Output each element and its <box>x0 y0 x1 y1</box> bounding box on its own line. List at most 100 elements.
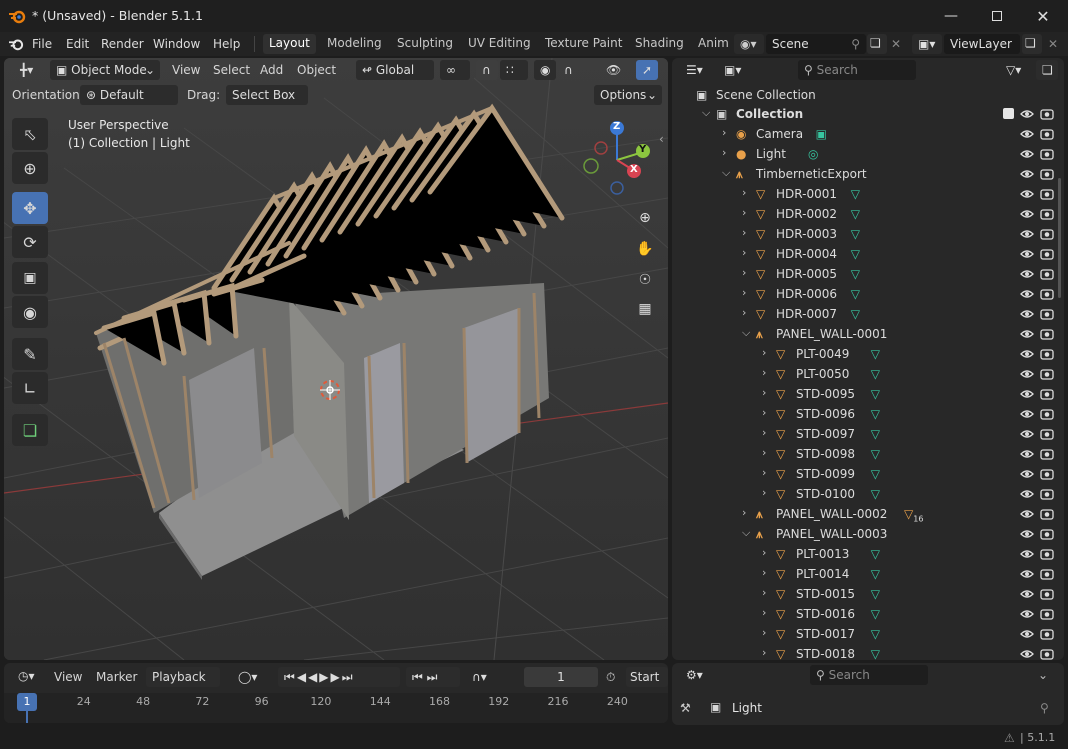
render-camera-icon[interactable] <box>1040 267 1054 281</box>
light-gizmo[interactable] <box>320 380 340 400</box>
properties-editor-type[interactable]: ⚙▾ <box>680 665 714 685</box>
outliner-row[interactable]: ⌵ ⩚ PANEL_WALL-0001 <box>672 324 1064 344</box>
outliner-row[interactable]: › ▽ STD-0096 ▽ <box>672 404 1064 424</box>
eye-icon[interactable] <box>1020 347 1034 361</box>
outliner-row[interactable]: ⌵ ⩚ TimberneticExport <box>672 164 1064 184</box>
render-camera-icon[interactable] <box>1040 107 1054 121</box>
menu-render[interactable]: Render <box>101 37 144 51</box>
outliner-row[interactable]: › ▽ HDR-0007 ▽ <box>672 304 1064 324</box>
render-camera-icon[interactable] <box>1040 607 1054 621</box>
eye-icon[interactable] <box>1020 127 1034 141</box>
chevron-right-icon[interactable]: › <box>742 286 746 299</box>
eye-icon[interactable] <box>1020 287 1034 301</box>
chevron-right-icon[interactable]: › <box>742 266 746 279</box>
outliner-row[interactable]: ⌵ ⩚ PANEL_WALL-0003 <box>672 524 1064 544</box>
delete-view-layer-icon[interactable]: ✕ <box>1048 37 1058 51</box>
next-keyframe-icon[interactable]: ⏭ <box>427 670 438 684</box>
render-camera-icon[interactable] <box>1040 287 1054 301</box>
render-camera-icon[interactable] <box>1040 627 1054 641</box>
outliner-row[interactable]: › ▽ HDR-0001 ▽ <box>672 184 1064 204</box>
render-camera-icon[interactable] <box>1040 147 1054 161</box>
proportional-toggle[interactable]: ◉ <box>534 60 556 80</box>
chevron-down-icon[interactable]: ⌵ <box>742 326 750 340</box>
chevron-right-icon[interactable]: › <box>762 386 766 399</box>
maximize-button[interactable] <box>974 4 1020 28</box>
eye-icon[interactable] <box>1020 547 1034 561</box>
child-count-badge[interactable]: ▽16 <box>904 507 923 523</box>
render-camera-icon[interactable] <box>1040 507 1054 521</box>
move-tool[interactable]: ✥ <box>12 192 48 224</box>
render-camera-icon[interactable] <box>1040 427 1054 441</box>
properties-panel[interactable]: ⚙▾ ⚲ Search ⌄ ⚒ ▣ Light ⚲ <box>672 663 1064 725</box>
chevron-right-icon[interactable]: › <box>762 446 766 459</box>
scale-tool[interactable]: ▣ <box>12 262 48 294</box>
eye-icon[interactable] <box>1020 307 1034 321</box>
mesh-data-icon[interactable]: ▽ <box>871 367 880 381</box>
render-camera-icon[interactable] <box>1040 647 1054 660</box>
render-camera-icon[interactable] <box>1040 247 1054 261</box>
outliner-row[interactable]: › ▽ HDR-0005 ▽ <box>672 264 1064 284</box>
menu-help[interactable]: Help <box>213 37 240 51</box>
new-collection-button[interactable]: ❏ <box>1036 60 1058 80</box>
render-camera-icon[interactable] <box>1040 567 1054 581</box>
start-frame-field[interactable]: Start <box>626 667 668 687</box>
outliner-row[interactable]: › ▽ STD-0097 ▽ <box>672 424 1064 444</box>
mesh-data-icon[interactable]: ▽ <box>871 427 880 441</box>
chevron-right-icon[interactable]: › <box>762 366 766 379</box>
gizmo-toggle[interactable]: ➚ <box>636 60 658 80</box>
outliner-row[interactable]: › ▽ HDR-0003 ▽ <box>672 224 1064 244</box>
outliner-row[interactable]: › ◉ Camera ▣ <box>672 124 1064 144</box>
menu-window[interactable]: Window <box>153 37 200 51</box>
view-layer-selector[interactable]: ▣▾ <box>912 34 942 54</box>
eye-icon[interactable] <box>1020 247 1034 261</box>
close-button[interactable]: ✕ <box>1020 4 1066 28</box>
playback-dropdown[interactable]: Playback <box>146 667 220 687</box>
properties-search[interactable]: ⚲ Search <box>810 665 928 685</box>
render-camera-icon[interactable] <box>1040 447 1054 461</box>
pan-button[interactable]: ✋ <box>632 236 658 262</box>
chevron-right-icon[interactable]: › <box>762 606 766 619</box>
render-camera-icon[interactable] <box>1040 387 1054 401</box>
eye-icon[interactable] <box>1020 527 1034 541</box>
outliner-row[interactable]: › ▽ HDR-0002 ▽ <box>672 204 1064 224</box>
render-camera-icon[interactable] <box>1040 207 1054 221</box>
outliner-row[interactable]: › ▽ PLT-0049 ▽ <box>672 344 1064 364</box>
visibility-dropdown[interactable]: 👁 <box>600 60 632 80</box>
mesh-data-icon[interactable]: ▽ <box>851 307 860 321</box>
outliner-row[interactable]: › ⩚ PANEL_WALL-0002 ▽16 <box>672 504 1064 524</box>
scene-collection-row[interactable]: ▣ Scene Collection <box>672 84 1064 104</box>
eye-icon[interactable] <box>1020 327 1034 341</box>
mesh-data-icon[interactable]: ▽ <box>851 227 860 241</box>
zoom-button[interactable]: ⊕ <box>632 205 658 231</box>
outliner-row[interactable]: › ▽ HDR-0006 ▽ <box>672 284 1064 304</box>
tab-modeling[interactable]: Modeling <box>321 34 388 54</box>
outliner-row[interactable]: › ▽ STD-0017 ▽ <box>672 624 1064 644</box>
mesh-data-icon[interactable]: ▽ <box>871 347 880 361</box>
eye-icon[interactable] <box>1020 447 1034 461</box>
tab-shading[interactable]: Shading <box>629 34 690 54</box>
chevron-right-icon[interactable]: › <box>722 146 726 159</box>
chevron-right-icon[interactable]: › <box>762 486 766 499</box>
blender-menu-icon[interactable] <box>8 37 24 51</box>
chevron-right-icon[interactable]: › <box>762 346 766 359</box>
transform-orientation-dropdown[interactable]: ↫ Global <box>356 60 434 80</box>
mesh-data-icon[interactable]: ▽ <box>871 547 880 561</box>
mesh-data-icon[interactable]: ▽ <box>871 467 880 481</box>
pin-icon[interactable]: ⚲ <box>851 37 860 51</box>
outliner-panel[interactable]: ☰▾ ▣▾ ⚲ Search ▽▾ ❏ ▣ Scene Collection ⌵… <box>672 58 1064 660</box>
mesh-data-icon[interactable]: ▽ <box>851 287 860 301</box>
menu-add[interactable]: Add <box>260 63 283 77</box>
render-camera-icon[interactable] <box>1040 227 1054 241</box>
tool-icon[interactable]: ⚒ <box>680 701 691 715</box>
eye-icon[interactable] <box>1020 627 1034 641</box>
eye-icon[interactable] <box>1020 647 1034 660</box>
pivot-dropdown[interactable]: ∞ <box>440 60 470 80</box>
timeline-menu-view[interactable]: View <box>54 670 82 684</box>
next-key-icon[interactable]: ▶ <box>331 670 342 684</box>
sidebar-toggle-icon[interactable]: ‹ <box>659 132 664 146</box>
outliner-scrollbar[interactable] <box>1058 178 1061 298</box>
camera-data-icon[interactable]: ▣ <box>816 127 827 141</box>
chevron-right-icon[interactable]: › <box>762 406 766 419</box>
eye-icon[interactable] <box>1020 387 1034 401</box>
new-view-layer-button[interactable]: ❏ <box>1022 34 1042 54</box>
